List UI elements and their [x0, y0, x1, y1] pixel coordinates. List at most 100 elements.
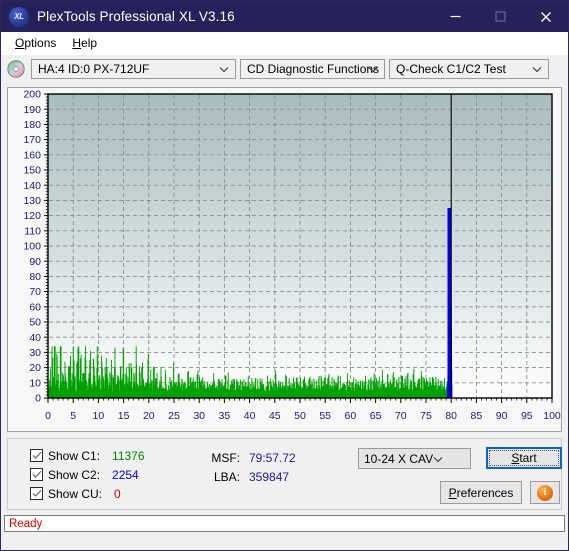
show-c2-checkbox[interactable]: [30, 468, 43, 481]
svg-text:90: 90: [496, 410, 508, 422]
show-c1-label: Show C1:: [48, 448, 101, 463]
window-title: PlexTools Professional XL V3.16: [37, 9, 235, 24]
start-button-label-wrap: Start: [489, 450, 559, 466]
show-c1-checkbox[interactable]: [30, 449, 43, 462]
info-icon: i: [537, 484, 553, 501]
c1-c2-error-chart: 0102030405060708090100110120130140150160…: [23, 89, 561, 422]
info-button[interactable]: i: [530, 481, 560, 504]
svg-text:80: 80: [29, 271, 41, 283]
menu-item-help[interactable]: Help: [64, 34, 105, 52]
show-c2-row: Show C2: 2254: [30, 465, 145, 484]
svg-text:100: 100: [23, 241, 41, 253]
svg-text:0: 0: [35, 393, 41, 405]
menu-item-options[interactable]: Options: [7, 34, 64, 52]
svg-text:10: 10: [93, 410, 105, 422]
msf-row: MSF: 79:57.72: [204, 448, 296, 467]
lba-label: LBA:: [213, 469, 240, 484]
minimize-icon[interactable]: [433, 1, 478, 32]
svg-text:190: 190: [23, 104, 41, 116]
status-text: Ready: [9, 517, 43, 530]
svg-text:110: 110: [24, 225, 41, 237]
svg-text:30: 30: [29, 347, 41, 359]
svg-text:55: 55: [319, 410, 331, 422]
close-icon[interactable]: [523, 1, 568, 32]
window-controls: [433, 1, 568, 32]
menu-help-label: elp: [81, 36, 98, 50]
preferences-button-accel: P: [448, 485, 457, 500]
svg-text:45: 45: [269, 410, 281, 422]
start-button-accel: S: [511, 451, 520, 465]
start-button[interactable]: Start: [486, 447, 562, 469]
svg-text:130: 130: [23, 195, 41, 207]
speed-select-value: 10-24 X CAV: [364, 451, 434, 466]
svg-text:120: 120: [23, 210, 41, 222]
svg-text:180: 180: [23, 119, 41, 131]
start-button-label: tart: [519, 451, 537, 465]
drive-select-value: HA:4 ID:0 PX-712UF: [38, 62, 150, 76]
maximize-icon[interactable]: [478, 1, 523, 32]
svg-text:50: 50: [294, 410, 306, 422]
chevron-down-icon: [367, 63, 379, 75]
function-select-value: CD Diagnostic Functions: [247, 62, 380, 76]
svg-text:5: 5: [70, 410, 76, 422]
menu-bar: Options Help: [1, 32, 568, 55]
svg-text:70: 70: [29, 286, 41, 298]
status-bar: Ready: [4, 515, 565, 532]
selector-toolbar: HA:4 ID:0 PX-712UF CD Diagnostic Functio…: [1, 55, 568, 83]
lba-row: LBA: 359847: [204, 467, 296, 486]
test-select-value: Q-Check C1/C2 Test: [396, 62, 506, 76]
preferences-button-label-wrap: Preferences: [449, 486, 514, 500]
msf-label: MSF:: [211, 450, 240, 465]
function-select[interactable]: CD Diagnostic Functions: [240, 59, 385, 79]
plextools-xl-icon: XL: [9, 6, 29, 27]
svg-text:20: 20: [143, 410, 155, 422]
svg-text:0: 0: [45, 410, 51, 422]
chevron-down-icon: [218, 63, 230, 75]
svg-text:85: 85: [471, 410, 483, 422]
lba-value: 359847: [249, 469, 290, 484]
drive-select[interactable]: HA:4 ID:0 PX-712UF: [31, 59, 236, 79]
show-c2-label: Show C2:: [48, 467, 101, 482]
svg-text:95: 95: [521, 410, 533, 422]
stats-panel: Show C1: 11376 Show C2: 2254 Show CU: 0 …: [7, 438, 562, 510]
svg-text:65: 65: [370, 410, 382, 422]
c1-value: 11376: [112, 448, 145, 463]
svg-text:15: 15: [118, 410, 130, 422]
preferences-button[interactable]: Preferences: [440, 481, 522, 504]
error-chart-panel: 0 10 20 30 40 50 60 70 80 90 100 110 120 130 140 150 160…: [7, 87, 562, 432]
speed-select[interactable]: 10-24 X CAV: [358, 448, 471, 469]
svg-text:50: 50: [29, 317, 41, 329]
svg-text:10: 10: [29, 377, 41, 389]
svg-text:80: 80: [445, 410, 457, 422]
show-checkboxes: Show C1: 11376 Show C2: 2254 Show CU: 0: [30, 446, 145, 503]
svg-text:200: 200: [23, 89, 41, 101]
title-bar: XL PlexTools Professional XL V3.16: [1, 1, 568, 32]
show-cu-checkbox[interactable]: [30, 487, 43, 500]
svg-text:90: 90: [29, 256, 41, 268]
svg-text:70: 70: [395, 410, 407, 422]
svg-text:40: 40: [244, 410, 256, 422]
svg-text:40: 40: [29, 332, 41, 344]
chevron-down-icon: [433, 450, 443, 468]
position-readout: MSF: 79:57.72 LBA: 359847: [204, 448, 296, 486]
svg-text:60: 60: [345, 410, 357, 422]
c2-value: 2254: [112, 467, 139, 482]
plot-area: 0 10 20 30 40 50 60 70 80 90 100 110 120 130 140 150 160…: [8, 88, 561, 431]
svg-text:160: 160: [23, 149, 41, 161]
plextools-window: XL PlexTools Professional XL V3.16 Optio…: [0, 0, 569, 551]
svg-text:100: 100: [543, 410, 561, 422]
show-cu-row: Show CU: 0: [30, 484, 145, 503]
svg-text:75: 75: [420, 410, 432, 422]
test-select[interactable]: Q-Check C1/C2 Test: [389, 59, 549, 79]
preferences-button-label: references: [456, 485, 514, 500]
svg-text:140: 140: [23, 180, 41, 192]
svg-text:35: 35: [219, 410, 231, 422]
show-cu-label: Show CU:: [48, 486, 103, 501]
show-c1-row: Show C1: 11376: [30, 446, 145, 465]
svg-text:170: 170: [23, 134, 41, 146]
cd-disc-icon: [7, 60, 25, 78]
svg-text:30: 30: [193, 410, 205, 422]
msf-value: 79:57.72: [249, 450, 296, 465]
svg-text:20: 20: [29, 362, 41, 374]
menu-options-label: ptions: [24, 36, 57, 50]
